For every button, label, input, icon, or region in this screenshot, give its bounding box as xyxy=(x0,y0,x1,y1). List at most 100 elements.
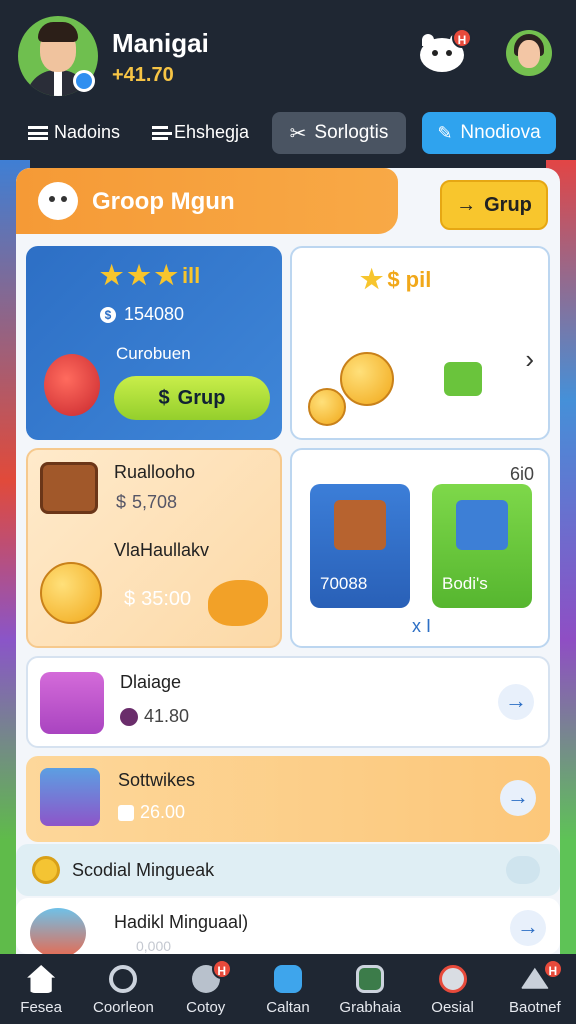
reward-tile-coins[interactable]: ★ $ pil › xyxy=(290,246,550,440)
group-button-label: Grup xyxy=(484,193,532,216)
row-value: 41.80 xyxy=(144,706,190,726)
row-title: Scodial Mingueak xyxy=(72,860,215,880)
tab-nadoins[interactable]: Nadoins xyxy=(28,122,120,143)
tab-label: Sorlogtis xyxy=(314,122,389,143)
nav-badge: H xyxy=(211,959,232,979)
nav-label: Grabhaia xyxy=(339,999,402,1016)
main-panel: Groop Mgun → Grup ★ ★ ★ ill $ 154080 Cur… xyxy=(16,168,560,954)
tab-sorlogtis[interactable]: ✂ Sorlogtis xyxy=(272,112,406,154)
potion-icon xyxy=(40,672,104,734)
shop-card-green-label: Bodi's xyxy=(442,574,488,593)
star-icon: ★ xyxy=(154,260,178,290)
row-value-row: 41.80 xyxy=(120,706,189,727)
ticket-icon xyxy=(118,804,134,821)
bottom-navigation: Fesea Coorleon H Cotoy Caltan Grabhaia O… xyxy=(0,954,576,1024)
reward-tile-treasure[interactable]: Ruallooho $ 5,708 VlaHaullakv $ 35:00 xyxy=(26,448,282,648)
nav-label: Fesea xyxy=(20,999,62,1016)
nav-label: Caltan xyxy=(266,999,310,1016)
notification-badge: H xyxy=(452,28,472,48)
friend-avatar-face xyxy=(518,40,540,68)
row-title: Dlaiage xyxy=(120,672,182,692)
verified-icon xyxy=(73,70,95,92)
list-item-hadikl[interactable]: Hadikl Minguaal) 0,000 → xyxy=(16,898,560,954)
tab-label: Nadoins xyxy=(54,122,121,142)
nav-badge: H xyxy=(542,959,563,979)
coin-icon xyxy=(340,352,394,406)
nav-item-fesea[interactable]: Fesea xyxy=(1,965,81,1016)
star-icon: ★ xyxy=(100,260,124,290)
treasure-value-row: $ 5,708 xyxy=(116,492,177,513)
button-label: Grup xyxy=(177,386,226,409)
edit-icon: ✎ xyxy=(437,122,453,143)
shop-card-green[interactable]: Bodi's xyxy=(432,484,532,608)
nav-item-cotoy[interactable]: H Cotoy xyxy=(166,959,246,1016)
list-item-dlaiage[interactable]: Dlaiage 41.80 → xyxy=(26,656,550,748)
treasure-chest-icon xyxy=(40,462,98,514)
rocket-icon xyxy=(44,354,100,416)
reward-tile-blue[interactable]: ★ ★ ★ ill $ 154080 Curobuen $ Grup xyxy=(26,246,282,440)
treasure-value: 5,708 xyxy=(132,492,178,512)
blue-tile-group-button[interactable]: $ Grup xyxy=(114,376,270,420)
chevron-right-icon[interactable]: › xyxy=(525,344,534,375)
list-item-sottwikes[interactable]: Sottwikes 26.00 → xyxy=(26,756,550,842)
list-icon xyxy=(152,125,172,140)
nav-item-baotnef[interactable]: H Baotnef xyxy=(495,959,575,1016)
blue-tile-subtitle: Curobuen xyxy=(116,344,191,363)
tab-label: Nnodiova xyxy=(460,122,541,143)
dollar-icon: $ xyxy=(124,588,136,610)
crystal-icon xyxy=(30,908,86,954)
shop-footer-label: x I xyxy=(412,616,432,636)
banner-title: Groop Mgun xyxy=(92,188,235,215)
treasure-title: Ruallooho xyxy=(114,462,196,482)
mascot-eye xyxy=(61,196,67,202)
friend-avatar[interactable] xyxy=(506,30,552,76)
dollar-icon: $ xyxy=(158,386,170,409)
shop-corner-label: 6i0 xyxy=(509,464,534,484)
cube-icon xyxy=(273,965,302,993)
list-item-scodial[interactable]: Scodial Mingueak xyxy=(16,844,560,896)
tab-label: Ehshegja xyxy=(174,122,250,142)
mascot-eye xyxy=(49,196,55,202)
coins-title-row: ★ $ pil xyxy=(360,264,431,295)
star-icon: ★ xyxy=(360,264,384,294)
nav-label: Coorleon xyxy=(92,999,154,1016)
player-name: Manigai xyxy=(112,28,209,58)
nav-item-grabhaia[interactable]: Grabhaia xyxy=(330,965,410,1016)
nav-label: Baotnef xyxy=(508,999,561,1016)
tab-nnodiova[interactable]: ✎ Nnodiova xyxy=(422,112,556,154)
tab-ehshegja[interactable]: Ehshegja xyxy=(152,122,249,143)
avatar-hair xyxy=(38,22,78,42)
row-value: 0,000 xyxy=(136,938,172,954)
clock-icon xyxy=(109,965,138,993)
shop-tile[interactable]: 6i0 70088 Bodi's x I xyxy=(290,448,550,648)
amount-row: $ 154080 xyxy=(100,304,184,325)
bonus-title: VlaHaullakv xyxy=(114,540,210,560)
menu-icon xyxy=(28,125,48,140)
stars-row: ★ ★ ★ ill xyxy=(100,260,200,291)
cart-icon xyxy=(444,362,482,396)
star-icon: ★ xyxy=(127,260,151,290)
dollar-icon: $ xyxy=(100,306,116,323)
arrow-right-icon[interactable]: → xyxy=(500,780,536,816)
nav-label: Cotoy xyxy=(186,999,226,1016)
group-banner: Groop Mgun xyxy=(16,168,398,234)
nav-label: Oesial xyxy=(431,999,474,1016)
shop-card-blue-label: 70088 xyxy=(320,574,368,593)
arrow-right-icon: → xyxy=(456,193,477,216)
gem-icon xyxy=(120,707,138,726)
nav-item-caltan[interactable]: Caltan xyxy=(248,965,328,1016)
nav-item-oesial[interactable]: Oesial xyxy=(413,965,493,1016)
arrow-right-icon[interactable]: → xyxy=(498,684,534,720)
house-icon xyxy=(456,500,508,550)
arrow-right-icon[interactable]: → xyxy=(510,910,546,946)
nav-item-coorleon[interactable]: Coorleon xyxy=(83,965,163,1016)
bonus-value: 35:00 xyxy=(141,588,192,610)
toggle-switch[interactable] xyxy=(506,856,540,884)
group-button[interactable]: → Grup xyxy=(440,180,548,230)
shop-card-blue[interactable]: 70088 xyxy=(310,484,410,608)
tools-icon: ✂ xyxy=(289,122,307,145)
bonus-value-row: $ 35:00 xyxy=(124,588,191,611)
row-title: Hadikl Minguaal) xyxy=(114,912,249,932)
cube-icon xyxy=(40,768,100,826)
row-value-row: 26.00 xyxy=(118,802,185,823)
